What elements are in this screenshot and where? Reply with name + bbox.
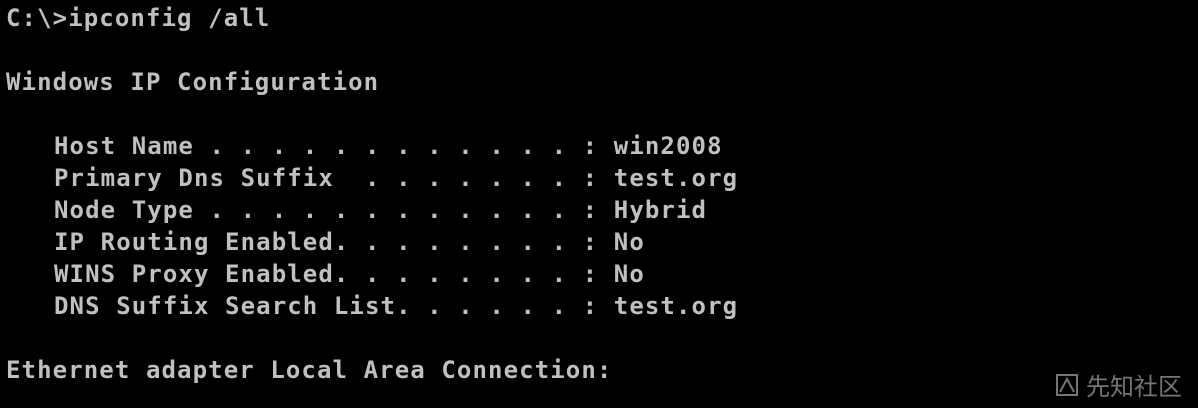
wins-proxy-row: WINS Proxy Enabled. . . . . . . . : No bbox=[54, 260, 645, 288]
watermark: 先知社区 bbox=[1054, 367, 1182, 402]
host-name-row: Host Name . . . . . . . . . . . . : win2… bbox=[54, 132, 723, 160]
xianzhi-logo-icon bbox=[1054, 372, 1080, 398]
node-type-row: Node Type . . . . . . . . . . . . : Hybr… bbox=[54, 196, 708, 224]
primary-dns-suffix-row: Primary Dns Suffix . . . . . . . : test.… bbox=[54, 164, 739, 192]
adapter-heading: Ethernet adapter Local Area Connection: bbox=[6, 356, 613, 384]
command-line: C:\>ipconfig /all bbox=[6, 4, 271, 32]
dns-suffix-search-row: DNS Suffix Search List. . . . . . : test… bbox=[54, 292, 739, 320]
ip-routing-row: IP Routing Enabled. . . . . . . . : No bbox=[54, 228, 645, 256]
console-window: C:\>ipconfig /all Windows IP Configurati… bbox=[0, 0, 1198, 408]
watermark-text: 先知社区 bbox=[1086, 373, 1182, 401]
config-heading: Windows IP Configuration bbox=[6, 68, 380, 96]
